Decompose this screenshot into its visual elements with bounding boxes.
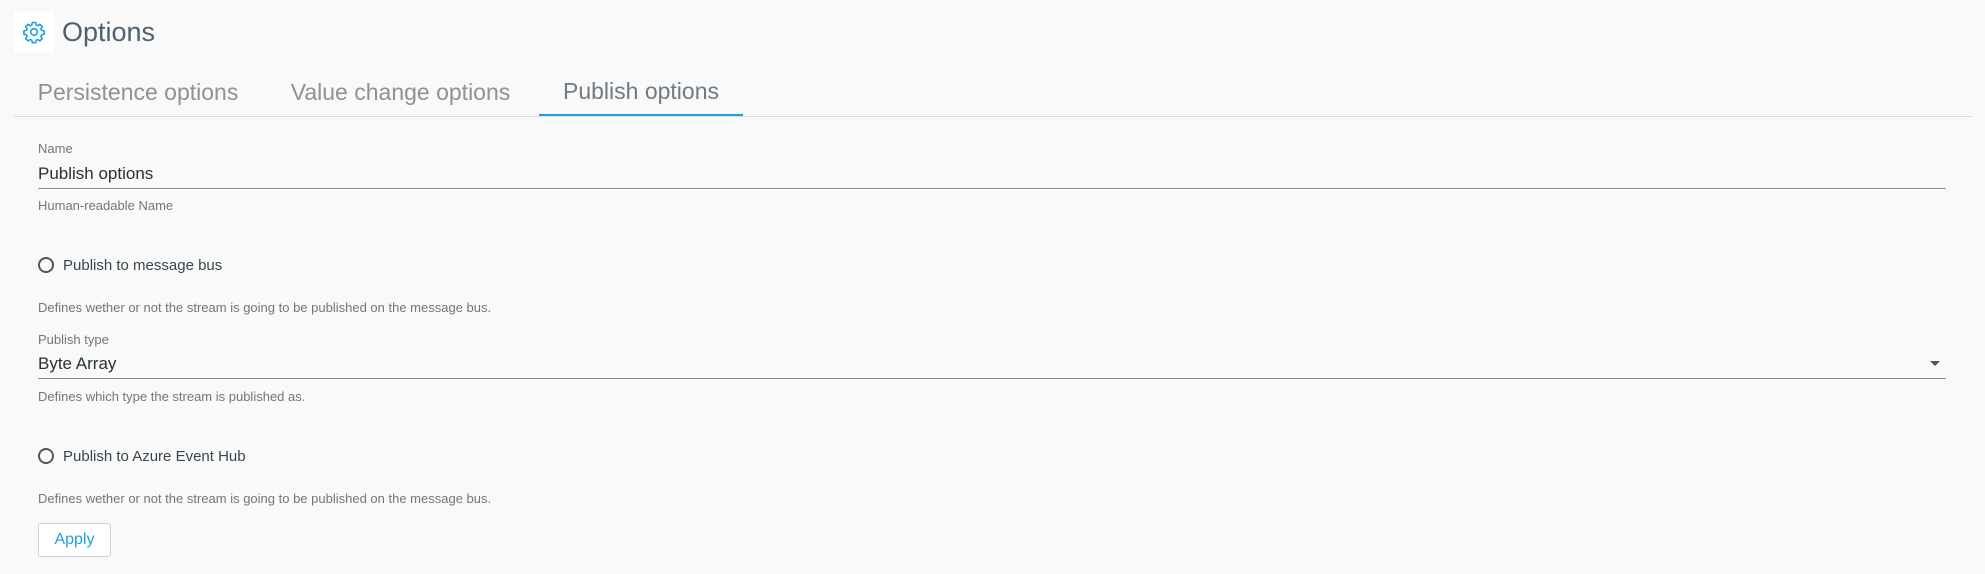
publish-type-value: Byte Array (38, 354, 117, 373)
name-field[interactable] (38, 160, 1946, 189)
publish-type-select[interactable]: Byte Array (38, 350, 1946, 379)
name-label: Name (38, 141, 73, 156)
publish-message-bus-radio[interactable]: Publish to message bus (38, 255, 222, 275)
gear-icon (23, 21, 45, 44)
tab-value-change-options[interactable]: Value change options (262, 68, 539, 116)
tab-persistence-options[interactable]: Persistence options (14, 68, 262, 116)
chevron-down-icon (1930, 361, 1940, 366)
publish-azure-label: Publish to Azure Event Hub (63, 447, 246, 465)
publish-message-bus-help-text: Defines wether or not the stream is goin… (38, 300, 492, 315)
publish-message-bus-label: Publish to message bus (63, 256, 223, 274)
radio-circle-icon (38, 257, 54, 273)
name-help-text: Human-readable Name (38, 198, 174, 213)
options-page: Options Persistence options Value change… (0, 0, 1985, 574)
publish-type-help-text: Defines which type the stream is publish… (38, 389, 306, 404)
tab-bar: Persistence options Value change options… (14, 68, 1972, 117)
tab-publish-options[interactable]: Publish options (539, 68, 743, 116)
publish-type-label: Publish type (38, 332, 109, 347)
publish-azure-radio[interactable]: Publish to Azure Event Hub (38, 446, 246, 466)
publish-azure-help-text: Defines wether or not the stream is goin… (38, 491, 492, 506)
header: Options (14, 12, 155, 52)
gear-icon-container (14, 12, 54, 52)
apply-button[interactable]: Apply (38, 523, 111, 557)
page-title: Options (62, 16, 156, 47)
radio-circle-icon (38, 448, 54, 464)
